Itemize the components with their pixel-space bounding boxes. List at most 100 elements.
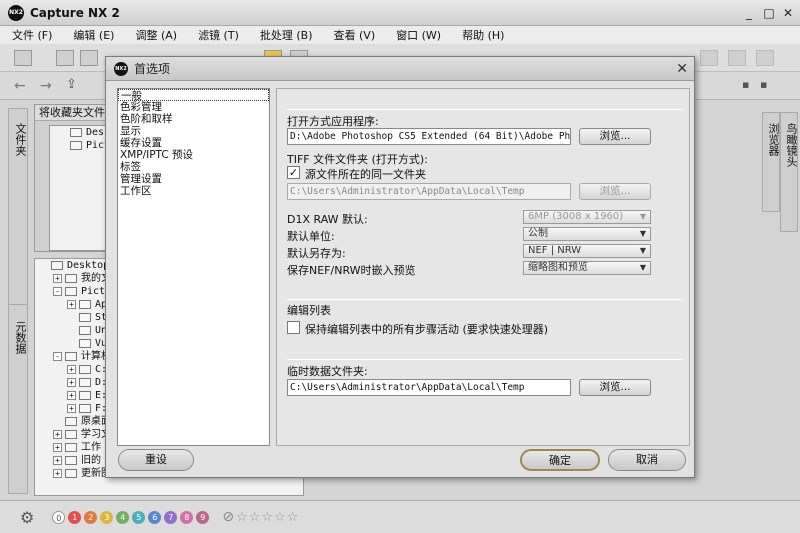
- edit-list-checkbox[interactable]: [287, 321, 300, 334]
- gear-icon[interactable]: ⚙: [20, 508, 34, 527]
- color-label-6[interactable]: 6: [148, 510, 162, 524]
- dialog-close-icon[interactable]: ✕: [676, 61, 688, 77]
- menu-window[interactable]: 窗口 (W): [384, 27, 450, 43]
- browse-tiff-button[interactable]: 浏览...: [579, 183, 651, 200]
- back-arrow-icon[interactable]: ←: [14, 78, 26, 94]
- reset-button[interactable]: 重设: [118, 449, 194, 471]
- category-item[interactable]: 色阶和取样: [118, 113, 269, 125]
- same-folder-checkbox[interactable]: ✓: [287, 166, 300, 179]
- color-label-7[interactable]: 7: [164, 510, 178, 524]
- menu-file[interactable]: 文件 (F): [0, 27, 61, 43]
- color-label-2[interactable]: 2: [84, 510, 98, 524]
- embed-preview-label: 保存NEF/NRW时嵌入预览: [287, 264, 416, 277]
- menu-help[interactable]: 帮助 (H): [450, 27, 513, 43]
- category-item[interactable]: XMP/IPTC 预设: [118, 149, 269, 161]
- expand-toggle-icon[interactable]: -: [53, 352, 62, 361]
- expand-toggle-icon[interactable]: +: [67, 300, 76, 309]
- camera-icon[interactable]: [56, 50, 74, 66]
- browse-app-button[interactable]: 浏览...: [579, 128, 651, 145]
- temp-folder-field[interactable]: C:\Users\Administrator\AppData\Local\Tem…: [287, 379, 571, 396]
- star-icon[interactable]: ☆: [249, 510, 261, 525]
- dialog-logo-icon: NX2: [114, 61, 128, 76]
- folder-icon: [79, 365, 91, 374]
- status-bar: ⚙ 0123456789 ⊘ ☆☆☆☆☆: [0, 500, 800, 533]
- browser-side-tab[interactable]: 浏览器: [762, 112, 780, 212]
- expand-toggle-icon[interactable]: +: [53, 469, 62, 478]
- metadata-side-tab[interactable]: 元数据: [8, 304, 28, 494]
- default-unit-select[interactable]: 公制 ▼: [523, 227, 651, 241]
- folder-icon: [79, 391, 91, 400]
- folder-icon: [65, 443, 77, 452]
- expand-toggle-icon[interactable]: +: [53, 443, 62, 452]
- category-item[interactable]: 色彩管理: [118, 101, 269, 113]
- embed-preview-value: 缩略图和预览: [528, 262, 588, 273]
- category-item[interactable]: 一般: [118, 89, 269, 102]
- divider: [287, 299, 683, 300]
- default-saveas-select[interactable]: NEF | NRW ▼: [523, 244, 651, 258]
- dialog-title-bar: NX2 首选项 ✕: [106, 57, 694, 81]
- cancel-button[interactable]: 取消: [608, 449, 686, 471]
- close-button[interactable]: ✕: [781, 6, 795, 20]
- default-unit-value: 公制: [528, 228, 548, 239]
- default-saveas-label: 默认另存为:: [287, 247, 346, 260]
- browse-temp-button[interactable]: 浏览...: [579, 379, 651, 396]
- default-saveas-value: NEF | NRW: [528, 245, 582, 256]
- menu-filter[interactable]: 滤镜 (T): [186, 27, 248, 43]
- up-folder-icon[interactable]: ⇪: [66, 77, 77, 92]
- panel-toggle-icon-2[interactable]: ▪: [760, 78, 767, 91]
- embed-preview-select[interactable]: 缩略图和预览 ▼: [523, 261, 651, 275]
- expand-toggle-icon[interactable]: +: [67, 391, 76, 400]
- expand-toggle-icon[interactable]: -: [53, 287, 62, 296]
- color-label-1[interactable]: 1: [68, 510, 82, 524]
- folder-icon: [79, 339, 91, 348]
- panel-toggle-icon[interactable]: ▪: [742, 78, 749, 91]
- expand-toggle-icon[interactable]: +: [53, 456, 62, 465]
- category-item[interactable]: 管理设置: [118, 173, 269, 185]
- folder-icon: [79, 378, 91, 387]
- star-icon[interactable]: ☆: [236, 510, 248, 525]
- star-icon[interactable]: ☆: [274, 510, 286, 525]
- color-label-8[interactable]: 8: [180, 510, 194, 524]
- folder-icon: [65, 352, 77, 361]
- category-item[interactable]: 标签: [118, 161, 269, 173]
- maximize-button[interactable]: □: [762, 6, 776, 20]
- d1x-raw-select[interactable]: 6MP (3008 x 1960) ▼: [523, 210, 651, 224]
- color-label-3[interactable]: 3: [100, 510, 114, 524]
- category-item[interactable]: 缓存设置: [118, 137, 269, 149]
- folder-icon: [70, 128, 82, 137]
- star-icon[interactable]: ☆: [287, 510, 299, 525]
- reject-icon[interactable]: ⊘: [222, 509, 234, 525]
- tiff-folder-field[interactable]: C:\Users\Administrator\AppData\Local\Tem…: [287, 183, 571, 200]
- expand-toggle-icon[interactable]: +: [67, 378, 76, 387]
- open-app-label: 打开方式应用程序:: [287, 115, 379, 128]
- folder-icon: [79, 326, 91, 335]
- color-label-5[interactable]: 5: [132, 510, 146, 524]
- forward-arrow-icon[interactable]: →: [40, 78, 52, 94]
- open-app-field[interactable]: D:\Adobe Photoshop CS5 Extended (64 Bit)…: [287, 128, 571, 145]
- star-icon[interactable]: ☆: [261, 510, 273, 525]
- ok-button[interactable]: 确定: [520, 449, 600, 471]
- menu-view[interactable]: 查看 (V): [322, 27, 385, 43]
- expand-toggle-icon[interactable]: +: [67, 365, 76, 374]
- color-label-9[interactable]: 9: [196, 510, 210, 524]
- control-point-minus-icon[interactable]: [756, 50, 774, 66]
- folder-icon: [79, 300, 91, 309]
- grid-view-icon[interactable]: [14, 50, 32, 66]
- category-item[interactable]: 工作区: [118, 185, 269, 197]
- folder-icon: [70, 141, 82, 150]
- menu-edit[interactable]: 编辑 (E): [61, 27, 123, 43]
- menu-batch[interactable]: 批处理 (B): [248, 27, 322, 43]
- control-point-plus-icon[interactable]: [728, 50, 746, 66]
- expand-toggle-icon[interactable]: +: [53, 430, 62, 439]
- category-item[interactable]: 显示: [118, 125, 269, 137]
- color-label-4[interactable]: 4: [116, 510, 130, 524]
- birdseye-side-tab[interactable]: 鸟瞰镜头: [780, 112, 798, 232]
- control-point-add-icon[interactable]: [700, 50, 718, 66]
- color-label-0[interactable]: 0: [52, 510, 66, 524]
- menu-adjust[interactable]: 调整 (A): [123, 27, 186, 43]
- birdseye-tab-label: 鸟瞰镜头: [785, 123, 798, 167]
- expand-toggle-icon[interactable]: +: [53, 274, 62, 283]
- expand-toggle-icon[interactable]: +: [67, 404, 76, 413]
- folder-icon[interactable]: [80, 50, 98, 66]
- minimize-button[interactable]: _: [742, 6, 756, 20]
